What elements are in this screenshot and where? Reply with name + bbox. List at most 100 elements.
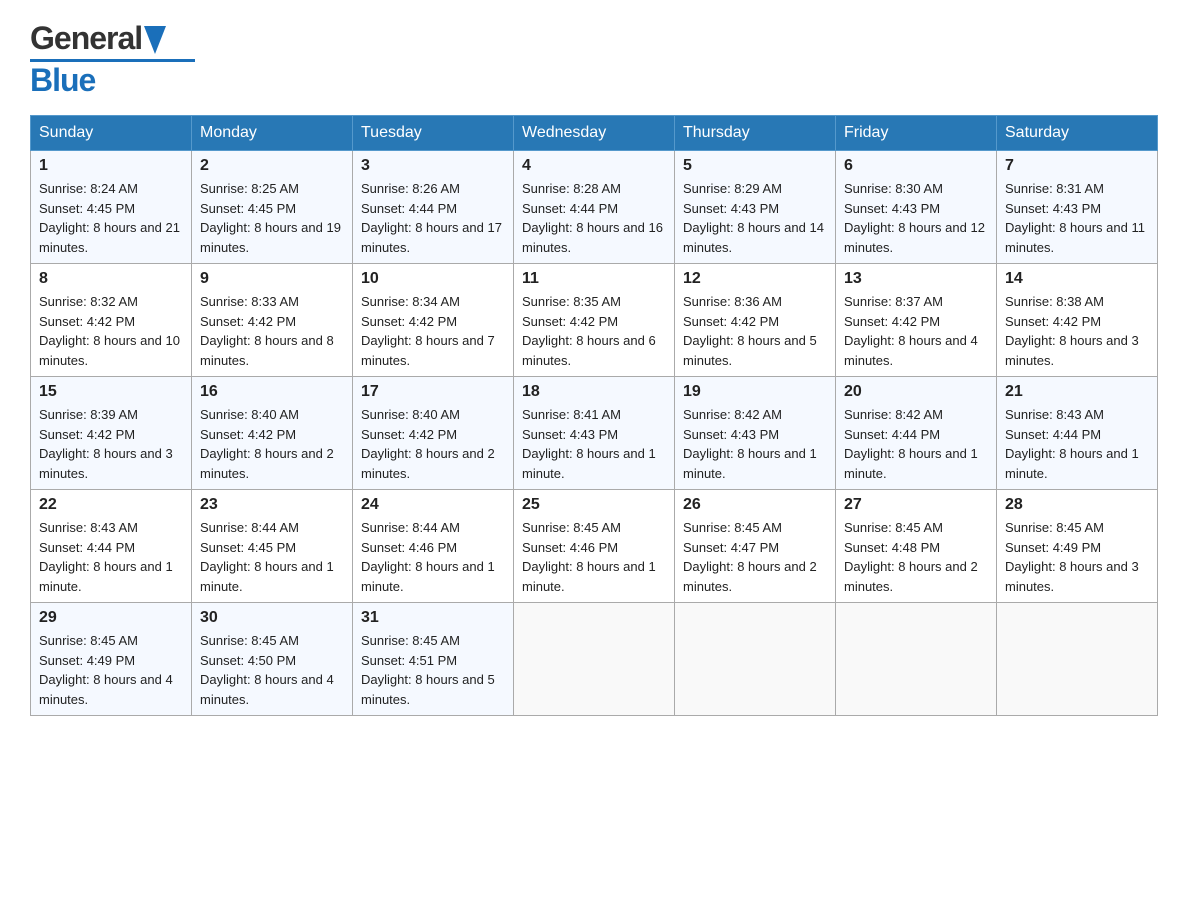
calendar-cell: 14 Sunrise: 8:38 AMSunset: 4:42 PMDayligh… xyxy=(997,264,1158,377)
calendar-cell xyxy=(675,603,836,716)
day-info: Sunrise: 8:40 AMSunset: 4:42 PMDaylight:… xyxy=(200,405,344,483)
day-info: Sunrise: 8:45 AMSunset: 4:48 PMDaylight:… xyxy=(844,518,988,596)
day-number: 6 xyxy=(844,157,988,175)
calendar-cell: 1Sunrise: 8:24 AMSunset: 4:45 PMDaylight… xyxy=(31,151,192,264)
calendar-cell: 18 Sunrise: 8:41 AMSunset: 4:43 PMDayligh… xyxy=(514,377,675,490)
weekday-header-monday: Monday xyxy=(192,116,353,151)
calendar-week-row: 8Sunrise: 8:32 AMSunset: 4:42 PMDaylight… xyxy=(31,264,1158,377)
calendar-cell: 8Sunrise: 8:32 AMSunset: 4:42 PMDaylight… xyxy=(31,264,192,377)
weekday-header-sunday: Sunday xyxy=(31,116,192,151)
day-number: 26 xyxy=(683,496,827,514)
day-info: Sunrise: 8:43 AMSunset: 4:44 PMDaylight:… xyxy=(39,518,183,596)
day-number: 21 xyxy=(1005,383,1149,401)
day-number: 4 xyxy=(522,157,666,175)
logo-arrow-icon xyxy=(144,26,166,54)
day-number: 22 xyxy=(39,496,183,514)
day-info: Sunrise: 8:42 AMSunset: 4:44 PMDaylight:… xyxy=(844,405,988,483)
day-info: Sunrise: 8:41 AMSunset: 4:43 PMDaylight:… xyxy=(522,405,666,483)
day-info: Sunrise: 8:28 AMSunset: 4:44 PMDaylight:… xyxy=(522,179,666,257)
calendar-week-row: 1Sunrise: 8:24 AMSunset: 4:45 PMDaylight… xyxy=(31,151,1158,264)
weekday-header-tuesday: Tuesday xyxy=(353,116,514,151)
day-info: Sunrise: 8:25 AMSunset: 4:45 PMDaylight:… xyxy=(200,179,344,257)
day-number: 8 xyxy=(39,270,183,288)
day-number: 29 xyxy=(39,609,183,627)
calendar-week-row: 29 Sunrise: 8:45 AMSunset: 4:49 PMDayligh… xyxy=(31,603,1158,716)
day-number: 25 xyxy=(522,496,666,514)
day-number: 7 xyxy=(1005,157,1149,175)
calendar-cell: 12 Sunrise: 8:36 AMSunset: 4:42 PMDayligh… xyxy=(675,264,836,377)
day-info: Sunrise: 8:45 AMSunset: 4:51 PMDaylight:… xyxy=(361,631,505,709)
day-number: 17 xyxy=(361,383,505,401)
calendar-cell: 29 Sunrise: 8:45 AMSunset: 4:49 PMDayligh… xyxy=(31,603,192,716)
calendar-cell: 21 Sunrise: 8:43 AMSunset: 4:44 PMDayligh… xyxy=(997,377,1158,490)
day-number: 16 xyxy=(200,383,344,401)
weekday-header-saturday: Saturday xyxy=(997,116,1158,151)
day-number: 30 xyxy=(200,609,344,627)
calendar-cell: 15 Sunrise: 8:39 AMSunset: 4:42 PMDayligh… xyxy=(31,377,192,490)
day-info: Sunrise: 8:31 AMSunset: 4:43 PMDaylight:… xyxy=(1005,179,1149,257)
calendar-cell: 20 Sunrise: 8:42 AMSunset: 4:44 PMDayligh… xyxy=(836,377,997,490)
weekday-header-friday: Friday xyxy=(836,116,997,151)
day-number: 13 xyxy=(844,270,988,288)
calendar-cell: 31 Sunrise: 8:45 AMSunset: 4:51 PMDayligh… xyxy=(353,603,514,716)
calendar-cell: 16 Sunrise: 8:40 AMSunset: 4:42 PMDayligh… xyxy=(192,377,353,490)
day-info: Sunrise: 8:39 AMSunset: 4:42 PMDaylight:… xyxy=(39,405,183,483)
day-info: Sunrise: 8:42 AMSunset: 4:43 PMDaylight:… xyxy=(683,405,827,483)
day-number: 20 xyxy=(844,383,988,401)
calendar-cell: 24Sunrise: 8:44 AMSunset: 4:46 PMDayligh… xyxy=(353,490,514,603)
calendar-cell: 27 Sunrise: 8:45 AMSunset: 4:48 PMDayligh… xyxy=(836,490,997,603)
calendar-cell: 11 Sunrise: 8:35 AMSunset: 4:42 PMDayligh… xyxy=(514,264,675,377)
calendar-cell: 6 Sunrise: 8:30 AMSunset: 4:43 PMDaylight… xyxy=(836,151,997,264)
day-number: 15 xyxy=(39,383,183,401)
day-info: Sunrise: 8:40 AMSunset: 4:42 PMDaylight:… xyxy=(361,405,505,483)
calendar-cell: 30Sunrise: 8:45 AMSunset: 4:50 PMDayligh… xyxy=(192,603,353,716)
weekday-header-wednesday: Wednesday xyxy=(514,116,675,151)
day-info: Sunrise: 8:45 AMSunset: 4:47 PMDaylight:… xyxy=(683,518,827,596)
day-info: Sunrise: 8:44 AMSunset: 4:45 PMDaylight:… xyxy=(200,518,344,596)
calendar-cell: 4 Sunrise: 8:28 AMSunset: 4:44 PMDaylight… xyxy=(514,151,675,264)
day-info: Sunrise: 8:33 AMSunset: 4:42 PMDaylight:… xyxy=(200,292,344,370)
calendar-cell xyxy=(836,603,997,716)
day-number: 31 xyxy=(361,609,505,627)
calendar-cell: 3Sunrise: 8:26 AMSunset: 4:44 PMDaylight… xyxy=(353,151,514,264)
day-info: Sunrise: 8:35 AMSunset: 4:42 PMDaylight:… xyxy=(522,292,666,370)
calendar-cell: 2Sunrise: 8:25 AMSunset: 4:45 PMDaylight… xyxy=(192,151,353,264)
calendar-week-row: 22 Sunrise: 8:43 AMSunset: 4:44 PMDayligh… xyxy=(31,490,1158,603)
calendar-cell: 23Sunrise: 8:44 AMSunset: 4:45 PMDayligh… xyxy=(192,490,353,603)
day-number: 5 xyxy=(683,157,827,175)
day-info: Sunrise: 8:30 AMSunset: 4:43 PMDaylight:… xyxy=(844,179,988,257)
calendar-cell: 17 Sunrise: 8:40 AMSunset: 4:42 PMDayligh… xyxy=(353,377,514,490)
day-info: Sunrise: 8:24 AMSunset: 4:45 PMDaylight:… xyxy=(39,179,183,257)
day-number: 9 xyxy=(200,270,344,288)
day-info: Sunrise: 8:29 AMSunset: 4:43 PMDaylight:… xyxy=(683,179,827,257)
calendar-cell: 25 Sunrise: 8:45 AMSunset: 4:46 PMDayligh… xyxy=(514,490,675,603)
day-number: 10 xyxy=(361,270,505,288)
day-info: Sunrise: 8:45 AMSunset: 4:46 PMDaylight:… xyxy=(522,518,666,596)
calendar-week-row: 15 Sunrise: 8:39 AMSunset: 4:42 PMDayligh… xyxy=(31,377,1158,490)
calendar-cell: 10Sunrise: 8:34 AMSunset: 4:42 PMDayligh… xyxy=(353,264,514,377)
day-info: Sunrise: 8:43 AMSunset: 4:44 PMDaylight:… xyxy=(1005,405,1149,483)
calendar-cell: 7 Sunrise: 8:31 AMSunset: 4:43 PMDaylight… xyxy=(997,151,1158,264)
day-number: 18 xyxy=(522,383,666,401)
logo-blue-text: Blue xyxy=(30,62,195,99)
day-number: 11 xyxy=(522,270,666,288)
day-info: Sunrise: 8:44 AMSunset: 4:46 PMDaylight:… xyxy=(361,518,505,596)
day-info: Sunrise: 8:45 AMSunset: 4:49 PMDaylight:… xyxy=(39,631,183,709)
day-info: Sunrise: 8:26 AMSunset: 4:44 PMDaylight:… xyxy=(361,179,505,257)
calendar-table: SundayMondayTuesdayWednesdayThursdayFrid… xyxy=(30,115,1158,716)
weekday-header-row: SundayMondayTuesdayWednesdayThursdayFrid… xyxy=(31,116,1158,151)
day-number: 14 xyxy=(1005,270,1149,288)
calendar-cell: 22 Sunrise: 8:43 AMSunset: 4:44 PMDayligh… xyxy=(31,490,192,603)
calendar-cell: 28 Sunrise: 8:45 AMSunset: 4:49 PMDayligh… xyxy=(997,490,1158,603)
weekday-header-thursday: Thursday xyxy=(675,116,836,151)
calendar-cell xyxy=(997,603,1158,716)
calendar-cell: 26 Sunrise: 8:45 AMSunset: 4:47 PMDayligh… xyxy=(675,490,836,603)
day-number: 27 xyxy=(844,496,988,514)
day-number: 12 xyxy=(683,270,827,288)
day-info: Sunrise: 8:37 AMSunset: 4:42 PMDaylight:… xyxy=(844,292,988,370)
day-number: 28 xyxy=(1005,496,1149,514)
day-info: Sunrise: 8:45 AMSunset: 4:49 PMDaylight:… xyxy=(1005,518,1149,596)
day-info: Sunrise: 8:38 AMSunset: 4:42 PMDaylight:… xyxy=(1005,292,1149,370)
day-info: Sunrise: 8:36 AMSunset: 4:42 PMDaylight:… xyxy=(683,292,827,370)
calendar-cell: 5 Sunrise: 8:29 AMSunset: 4:43 PMDaylight… xyxy=(675,151,836,264)
